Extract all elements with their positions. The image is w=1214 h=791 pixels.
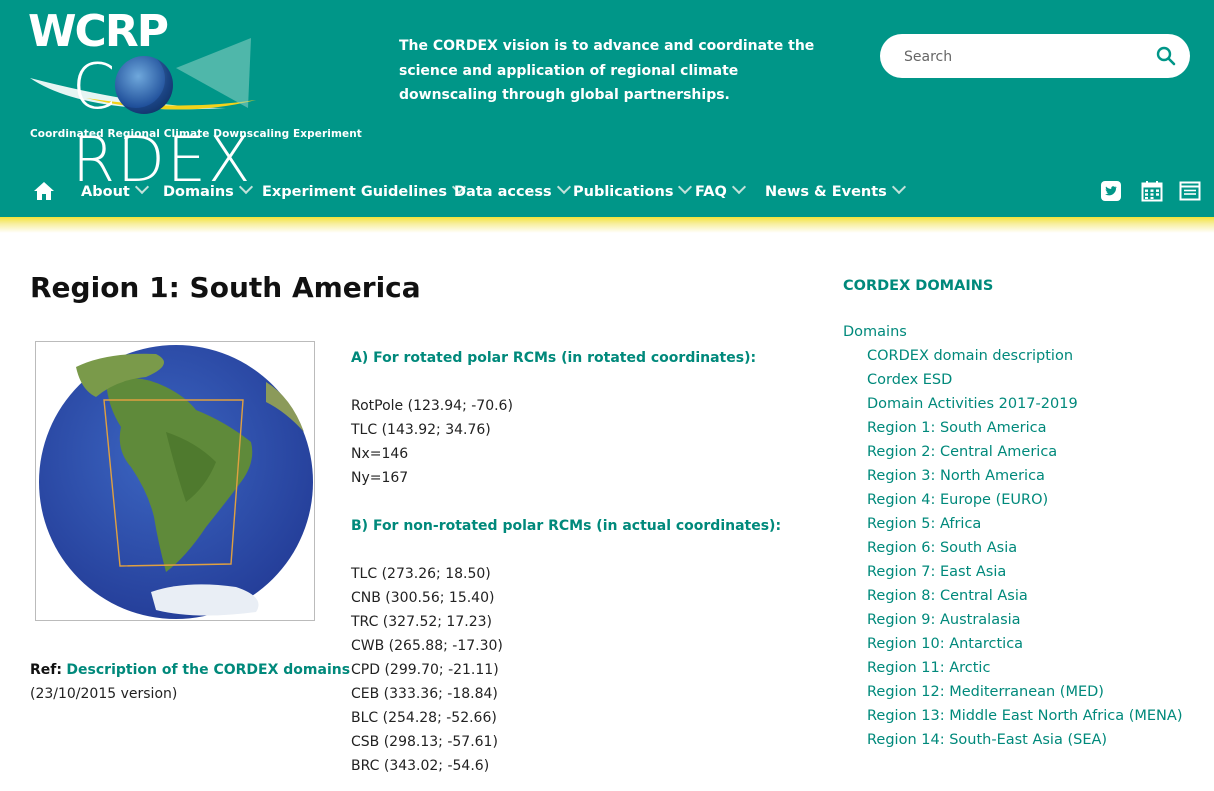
sidebar-nav: CORDEX DOMAINS Domains CORDEX domain des…	[843, 274, 1182, 752]
sidebar-item-domains[interactable]: Domains	[843, 320, 1182, 344]
nav-news-events-label: News & Events	[765, 184, 887, 200]
chevron-down-icon	[891, 179, 906, 195]
sidebar-item[interactable]: Region 10: Antarctica	[867, 632, 1182, 656]
chevron-down-icon	[556, 179, 571, 195]
sidebar-item[interactable]: Region 11: Arctic	[867, 656, 1182, 680]
sidebar-item[interactable]: Region 14: South-East Asia (SEA)	[867, 728, 1182, 752]
coord-line: CWB (265.88; -17.30)	[351, 638, 503, 654]
section-a-heading: A) For rotated polar RCMs (in rotated co…	[351, 350, 757, 366]
twitter-icon[interactable]	[1100, 180, 1122, 202]
coord-line: TLC (143.92; 34.76)	[351, 422, 491, 438]
nav-faq-label: FAQ	[695, 184, 727, 200]
sidebar-item[interactable]: Region 6: South Asia	[867, 536, 1182, 560]
reference-block: Ref: Description of the CORDEX domains (…	[30, 658, 350, 706]
chevron-down-icon	[731, 179, 746, 195]
chevron-down-icon	[678, 179, 693, 195]
sidebar-item[interactable]: Region 9: Australasia	[867, 608, 1182, 632]
sidebar-item[interactable]: Region 3: North America	[867, 464, 1182, 488]
ref-label: Ref:	[30, 662, 62, 678]
site-header: WCRP CRDEX Coordinated Regional Climate …	[0, 0, 1214, 218]
sidebar-item[interactable]: Region 1: South America	[867, 416, 1182, 440]
coord-line: CSB (298.13; -57.61)	[351, 734, 498, 750]
sidebar-item[interactable]: Region 12: Mediterranean (MED)	[867, 680, 1182, 704]
coord-line: RotPole (123.94; -70.6)	[351, 398, 513, 414]
search-icon[interactable]	[1156, 46, 1176, 66]
sidebar-item[interactable]: Region 13: Middle East North Africa (MEN…	[867, 704, 1182, 728]
chevron-down-icon	[134, 179, 149, 195]
search-input[interactable]	[902, 45, 1146, 69]
coord-line: BLC (254.28; -52.66)	[351, 710, 497, 726]
sidebar-item[interactable]: Region 7: East Asia	[867, 560, 1182, 584]
sidebar-item[interactable]: CORDEX domain description	[867, 344, 1182, 368]
nav-domains-label: Domains	[163, 184, 234, 200]
header-accent-stripe	[0, 217, 1214, 233]
coord-line: BRC (343.02; -54.6)	[351, 758, 490, 774]
section-b-heading: B) For non-rotated polar RCMs (in actual…	[351, 518, 782, 534]
sidebar-item[interactable]: Cordex ESD	[867, 368, 1182, 392]
nav-data-access[interactable]: Data access	[454, 179, 571, 200]
south-america-globe-map	[39, 345, 313, 619]
ref-version: (23/10/2015 version)	[30, 686, 178, 702]
nav-data-access-label: Data access	[454, 184, 552, 200]
search-box	[880, 34, 1190, 78]
cordex-logo[interactable]: WCRP CRDEX Coordinated Regional Climate …	[26, 6, 362, 196]
coord-line: CEB (333.36; -18.84)	[351, 686, 498, 702]
coord-line: TRC (327.52; 17.23)	[351, 614, 492, 630]
coord-line: Ny=167	[351, 470, 409, 486]
sidebar-item[interactable]: Region 2: Central America	[867, 440, 1182, 464]
sidebar-item[interactable]: Domain Activities 2017-2019	[867, 392, 1182, 416]
coord-line: Nx=146	[351, 446, 409, 462]
sidebar-title[interactable]: CORDEX DOMAINS	[843, 274, 1182, 298]
calendar-icon[interactable]	[1141, 180, 1163, 202]
nav-experiment-guidelines[interactable]: Experiment Guidelines	[262, 179, 467, 200]
nav-publications-label: Publications	[573, 184, 674, 200]
coord-line: TLC (273.26; 18.50)	[351, 566, 491, 582]
main-nav: About Domains Experiment Guidelines Data…	[0, 176, 1214, 210]
sidebar-item[interactable]: Region 5: Africa	[867, 512, 1182, 536]
domain-map-image[interactable]	[35, 341, 315, 621]
sidebar-item[interactable]: Region 4: Europe (EURO)	[867, 488, 1182, 512]
nav-faq[interactable]: FAQ	[695, 179, 746, 200]
nav-publications[interactable]: Publications	[573, 179, 693, 200]
coord-line: CPD (299.70; -21.11)	[351, 662, 499, 678]
nav-domains[interactable]: Domains	[163, 179, 253, 200]
logo-tagline: Coordinated Regional Climate Downscaling…	[30, 128, 362, 140]
sidebar-item[interactable]: Region 8: Central Asia	[867, 584, 1182, 608]
page-title: Region 1: South America	[30, 271, 421, 304]
home-icon[interactable]	[33, 181, 55, 201]
chevron-down-icon	[238, 179, 253, 195]
newsletter-icon[interactable]	[1179, 180, 1201, 202]
globe-icon	[115, 56, 174, 114]
nav-news-events[interactable]: News & Events	[765, 179, 906, 200]
vision-statement: The CORDEX vision is to advance and coor…	[399, 38, 815, 103]
logo-cordex-text: CRDEX	[72, 50, 253, 196]
coord-line: CNB (300.56; 15.40)	[351, 590, 495, 606]
nav-experiment-guidelines-label: Experiment Guidelines	[262, 184, 447, 200]
domain-coordinates: A) For rotated polar RCMs (in rotated co…	[351, 346, 781, 778]
ref-link[interactable]: Description of the CORDEX domains	[66, 662, 350, 678]
nav-about[interactable]: About	[81, 179, 149, 200]
nav-about-label: About	[81, 184, 130, 200]
